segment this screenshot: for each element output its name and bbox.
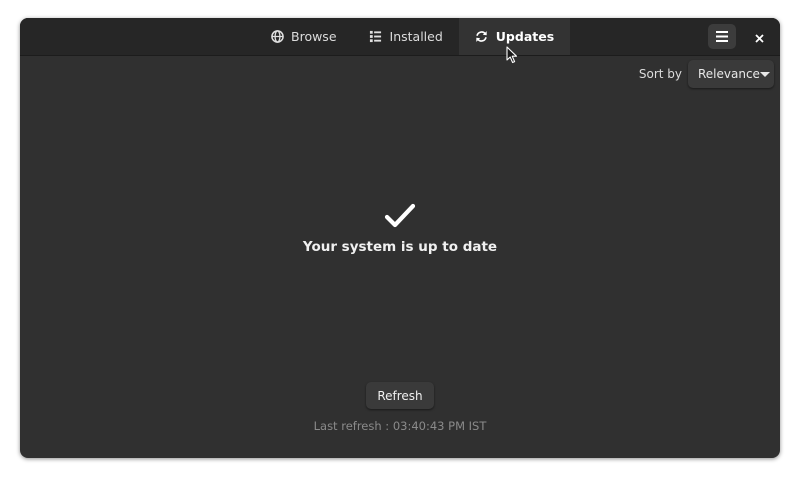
sort-row: Sort by Relevance xyxy=(639,60,774,88)
close-icon xyxy=(754,28,764,47)
close-button[interactable] xyxy=(748,26,770,48)
tab-installed-label: Installed xyxy=(389,29,443,44)
refresh-button[interactable]: Refresh xyxy=(366,382,434,409)
app-window: Browse Installed Updates Sort by Relevan… xyxy=(20,18,780,458)
tab-updates-label: Updates xyxy=(495,29,555,44)
header-bar: Browse Installed Updates xyxy=(20,18,780,56)
list-icon xyxy=(369,30,383,44)
last-refresh-text: Last refresh : 03:40:43 PM IST xyxy=(313,419,487,433)
main-menu-button[interactable] xyxy=(708,24,736,49)
tab-installed[interactable]: Installed xyxy=(353,18,459,55)
chevron-down-icon xyxy=(759,71,770,77)
hamburger-menu-icon xyxy=(716,27,728,46)
status-message: Your system is up to date xyxy=(302,239,498,255)
sort-dropdown[interactable]: Relevance xyxy=(688,60,774,88)
sort-label: Sort by xyxy=(638,67,682,81)
tab-browse-label: Browse xyxy=(291,29,337,44)
globe-icon xyxy=(270,30,284,44)
refresh-icon xyxy=(475,30,489,44)
view-switcher: Browse Installed Updates xyxy=(254,18,571,55)
update-status: Your system is up to date xyxy=(20,202,780,255)
checkmark-icon xyxy=(384,203,416,228)
sort-selected-value: Relevance xyxy=(698,67,760,81)
tab-browse[interactable]: Browse xyxy=(254,18,353,55)
mouse-pointer-icon xyxy=(506,46,518,64)
